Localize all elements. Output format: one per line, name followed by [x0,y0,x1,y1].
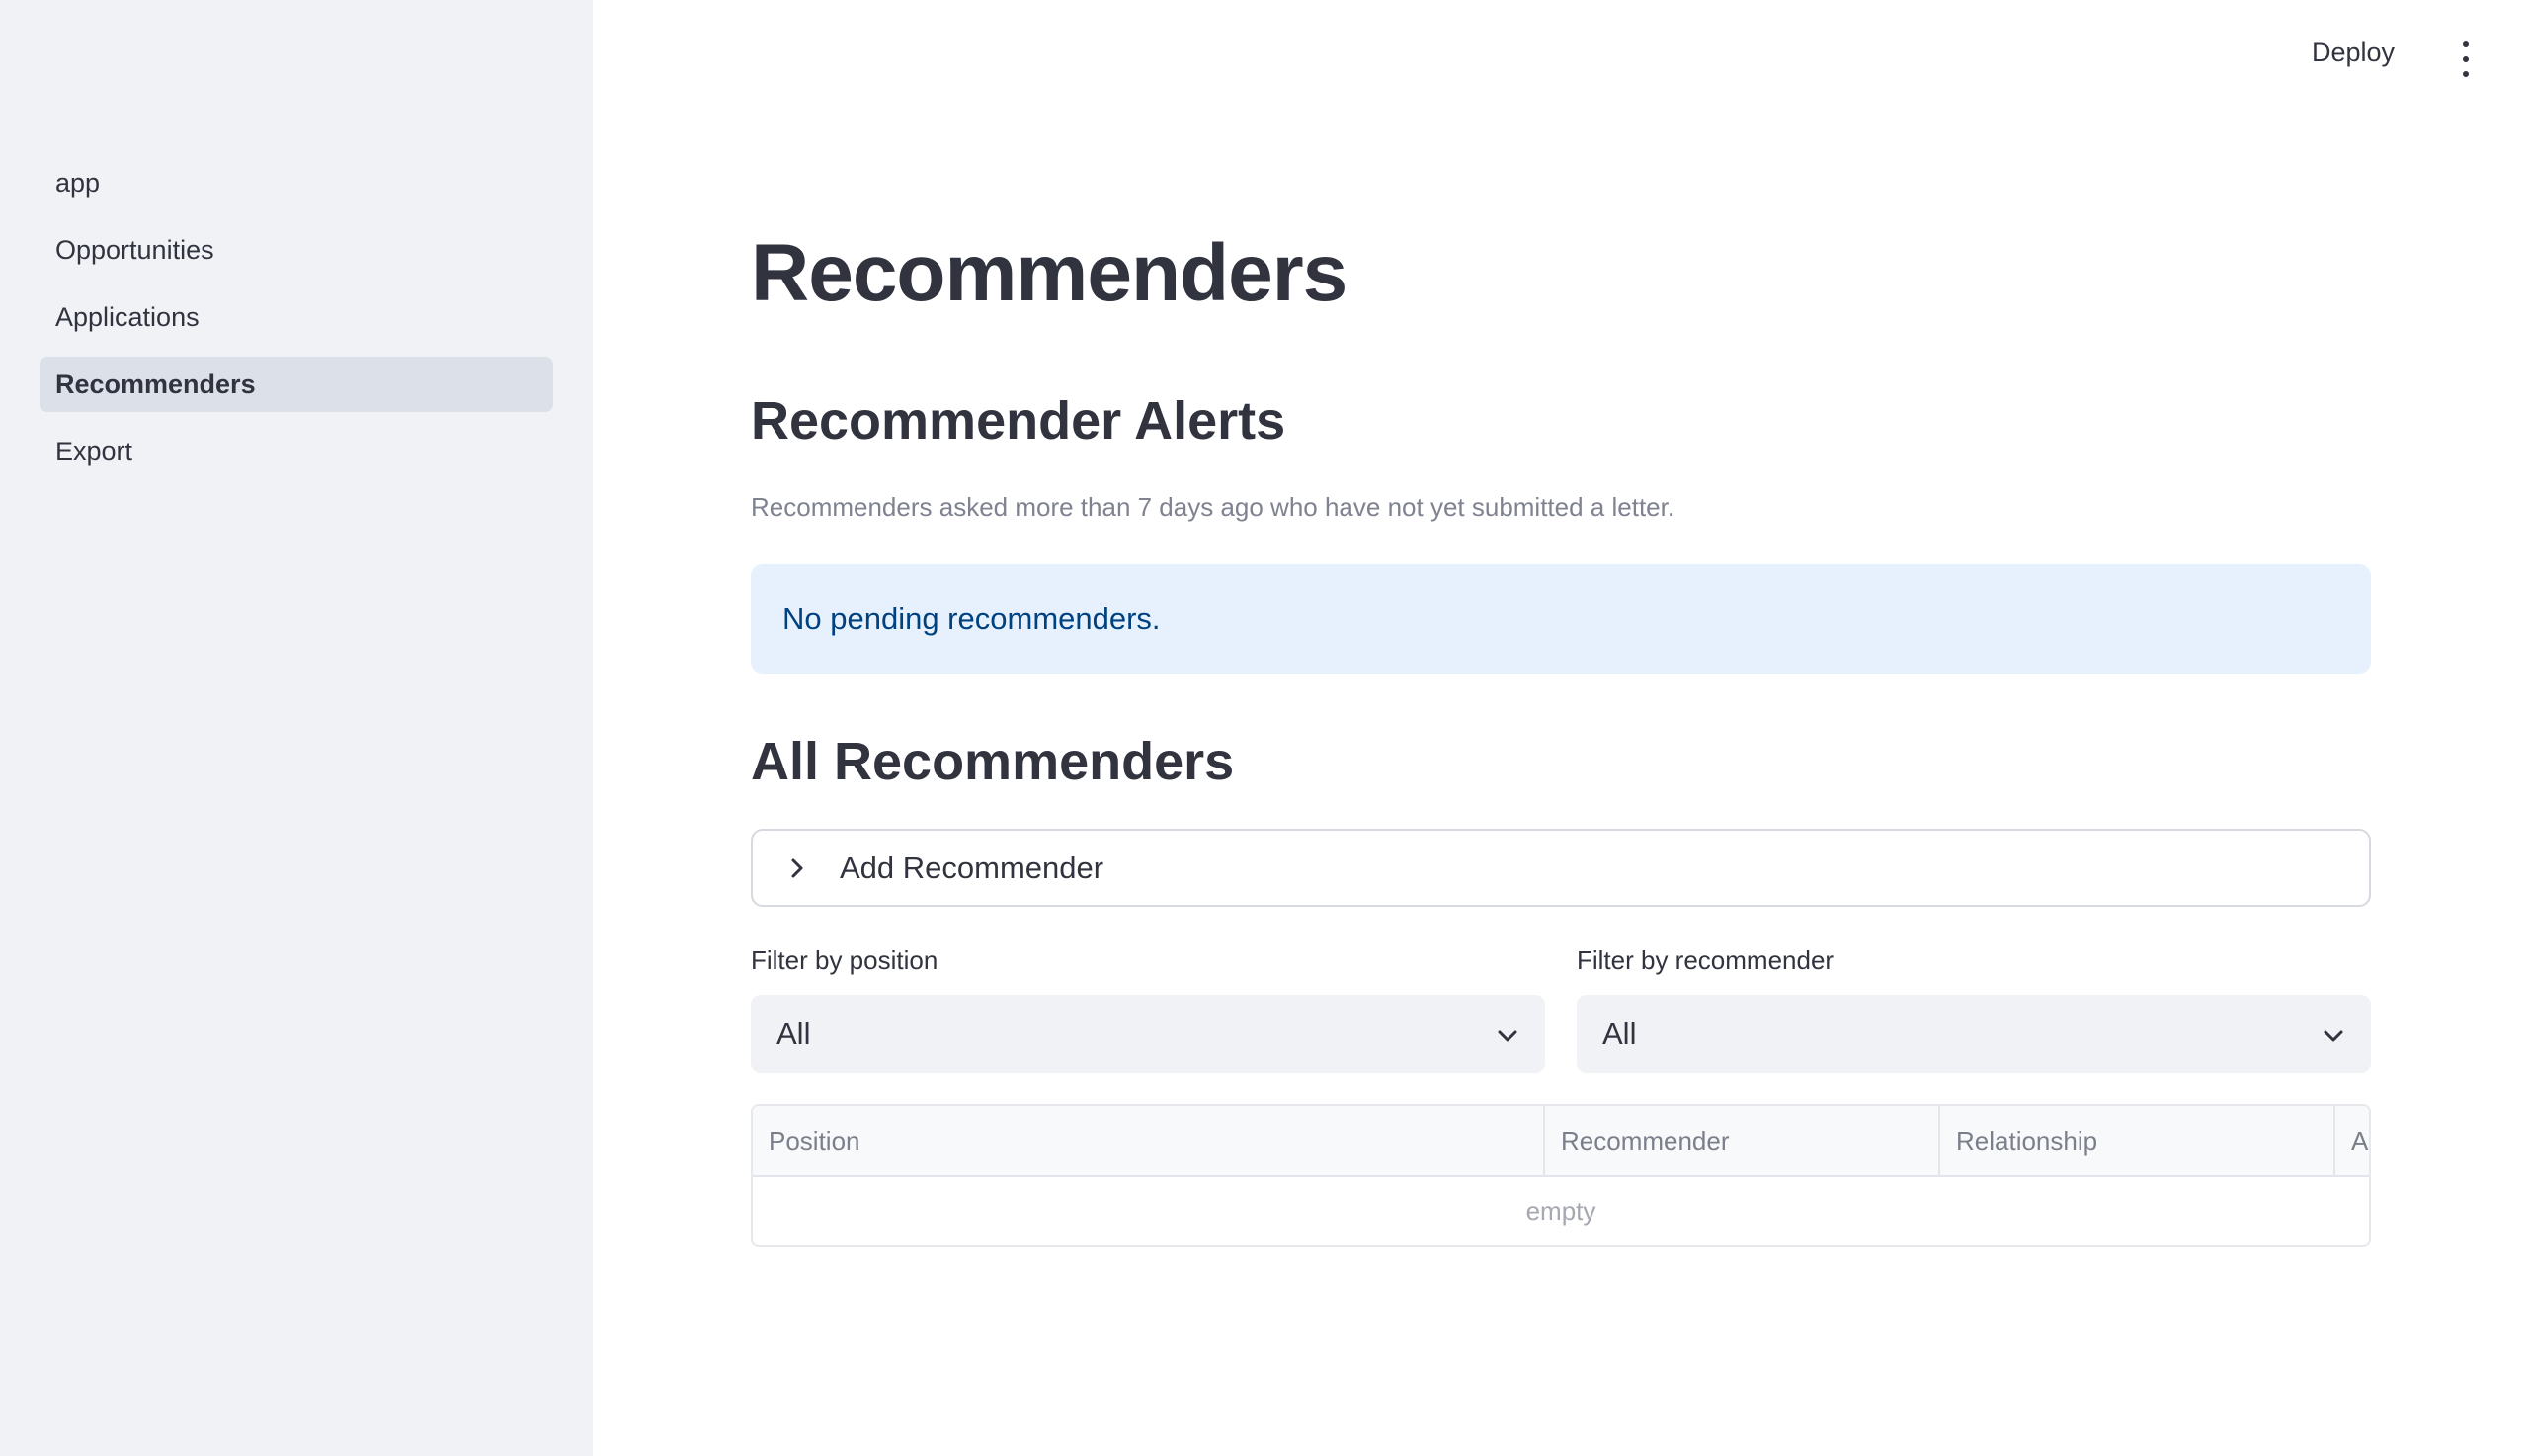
sidebar-item-label: Opportunities [55,234,214,265]
page-title: Recommenders [751,228,1347,318]
sidebar-item-label: Export [55,436,133,466]
column-header-truncated[interactable]: As [2335,1106,2369,1175]
filter-position-select[interactable]: All [751,995,1545,1073]
add-recommender-expander[interactable]: Add Recommender [751,829,2371,907]
chevron-down-icon [1496,1016,1519,1052]
sidebar-item-label: Recommenders [55,368,256,399]
filter-position-label: Filter by position [751,945,938,975]
recommenders-table[interactable]: Position Recommender Relationship As emp… [751,1104,2371,1247]
filter-recommender-select[interactable]: All [1577,995,2371,1073]
column-header-recommender[interactable]: Recommender [1545,1106,1940,1175]
sidebar-item-app[interactable]: app [40,155,553,210]
sidebar-item-recommenders[interactable]: Recommenders [40,357,553,412]
chevron-right-icon [784,855,810,881]
table-header: Position Recommender Relationship As [753,1106,2369,1177]
expander-label: Add Recommender [840,849,1104,885]
sidebar: app Opportunities Applications Recommend… [0,0,593,1456]
sidebar-nav: app Opportunities Applications Recommend… [40,155,553,491]
sidebar-item-opportunities[interactable]: Opportunities [40,222,553,278]
vertical-ellipsis-icon[interactable] [2454,41,2478,77]
info-alert: No pending recommenders. [751,564,2371,674]
all-recommenders-heading: All Recommenders [751,732,1235,791]
recommender-alerts-heading: Recommender Alerts [751,391,1286,450]
select-value: All [1602,1015,1637,1051]
menu-dot [2463,71,2469,77]
menu-dot [2463,41,2469,47]
sidebar-item-export[interactable]: Export [40,424,553,479]
select-value: All [776,1015,811,1051]
table-empty-state: empty [1525,1195,1596,1226]
sidebar-item-label: Applications [55,301,200,332]
deploy-button[interactable]: Deploy [2312,38,2395,68]
sidebar-item-applications[interactable]: Applications [40,289,553,345]
filter-recommender-label: Filter by recommender [1577,945,1835,975]
column-header-position[interactable]: Position [753,1106,1545,1175]
sidebar-item-label: app [55,167,101,198]
info-alert-text: No pending recommenders. [782,601,1161,636]
alerts-caption: Recommenders asked more than 7 days ago … [751,492,1675,522]
chevron-down-icon [2322,1016,2345,1052]
column-header-relationship[interactable]: Relationship [1940,1106,2335,1175]
menu-dot [2463,56,2469,62]
app-window: app Opportunities Applications Recommend… [0,0,2529,1456]
